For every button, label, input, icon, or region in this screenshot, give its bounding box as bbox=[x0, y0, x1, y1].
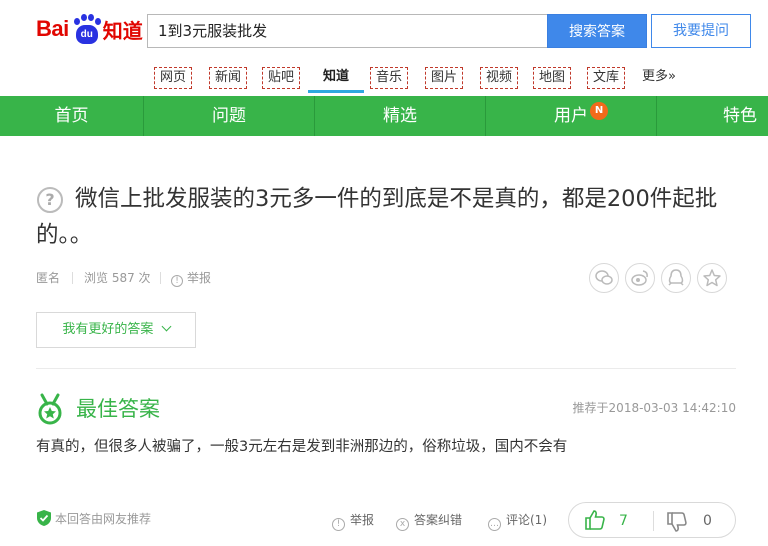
share-qq-button[interactable] bbox=[661, 263, 691, 293]
subnav-web[interactable]: 网页 bbox=[154, 67, 192, 89]
shield-check-icon bbox=[37, 510, 51, 526]
upvote-count: 7 bbox=[619, 513, 628, 529]
paw-icon: du bbox=[70, 14, 102, 44]
report-icon: ! bbox=[332, 518, 345, 531]
share-wechat-button[interactable] bbox=[589, 263, 619, 293]
recommended-by-users-note: 本回答由网友推荐 bbox=[36, 509, 151, 529]
downvote-count: 0 bbox=[703, 513, 712, 529]
subnav-images[interactable]: 图片 bbox=[425, 67, 463, 89]
section-divider bbox=[36, 368, 736, 369]
ask-question-button[interactable]: 我要提问 bbox=[651, 14, 751, 48]
answer-correction-label: 答案纠错 bbox=[414, 513, 463, 527]
qq-icon bbox=[668, 269, 684, 286]
question-title: 微信上批发服装的3元多一件的到底是不是真的，都是200件起批的。。 bbox=[36, 186, 718, 248]
chevron-down-icon bbox=[161, 321, 172, 332]
report-icon: ! bbox=[171, 275, 183, 287]
better-answer-label: 我有更好的答案 bbox=[62, 322, 154, 337]
mainnav-home[interactable]: 首页 bbox=[0, 96, 143, 136]
report-label: 举报 bbox=[187, 271, 212, 285]
thumbs-up-icon[interactable] bbox=[584, 509, 606, 531]
nav-divider bbox=[656, 96, 657, 136]
header: Bai du 知道 1到3元服装批发 搜索答案 我要提问 bbox=[0, 0, 768, 60]
subnav-wenku[interactable]: 文库 bbox=[587, 67, 625, 89]
subnav-map[interactable]: 地图 bbox=[533, 67, 571, 89]
search-answers-button[interactable]: 搜索答案 bbox=[547, 14, 647, 48]
answer-correction-link[interactable]: x 答案纠错 bbox=[396, 510, 462, 531]
subnav-video[interactable]: 视频 bbox=[480, 67, 518, 89]
answer-report-link[interactable]: ! 举报 bbox=[332, 510, 374, 531]
search-input[interactable]: 1到3元服装批发 bbox=[147, 14, 548, 48]
logo-text-du: du bbox=[75, 25, 98, 44]
answer-report-label: 举报 bbox=[350, 513, 375, 527]
comments-link[interactable]: … 评论(1) bbox=[488, 510, 547, 531]
active-tab-underline bbox=[308, 90, 364, 93]
vote-box: 7 0 bbox=[568, 502, 736, 538]
new-badge: N bbox=[590, 102, 608, 120]
mainnav-featured[interactable]: 精选 bbox=[315, 96, 485, 136]
wechat-icon bbox=[595, 270, 613, 285]
magnifier-icon: x bbox=[396, 518, 409, 531]
mainnav-questions[interactable]: 问题 bbox=[144, 96, 314, 136]
recommended-by-users-text: 本回答由网友推荐 bbox=[55, 512, 152, 526]
answer-content: 有真的，但很多人被骗了，一般3元左右是发到非洲那边的，俗称垃圾，国内不会有 bbox=[36, 439, 568, 455]
vote-divider bbox=[653, 511, 654, 531]
weibo-icon bbox=[631, 270, 648, 286]
share-weibo-button[interactable] bbox=[625, 263, 655, 293]
meta-divider bbox=[72, 272, 73, 284]
favorite-button[interactable] bbox=[697, 263, 727, 293]
star-icon bbox=[703, 269, 721, 287]
logo-text-zhidao: 知道 bbox=[102, 18, 143, 43]
subnav-zhidao[interactable]: 知道 bbox=[316, 67, 356, 89]
product-nav: 网页 新闻 贴吧 知道 音乐 图片 视频 地图 文库 更多» bbox=[0, 62, 768, 94]
thumbs-down-icon[interactable] bbox=[666, 511, 688, 533]
subnav-music[interactable]: 音乐 bbox=[370, 67, 408, 89]
question-author: 匿名 bbox=[36, 271, 61, 285]
baidu-zhidao-logo[interactable]: Bai du 知道 bbox=[36, 12, 143, 46]
subnav-news[interactable]: 新闻 bbox=[209, 67, 247, 89]
mainnav-users[interactable]: 用户 bbox=[486, 96, 656, 136]
meta-divider bbox=[160, 272, 161, 284]
subnav-tieba[interactable]: 贴吧 bbox=[262, 67, 300, 89]
recommended-date: 推荐于2018-03-03 14:42:10 bbox=[572, 401, 736, 415]
main-nav: 首页 问题 精选 用户 N 特色 bbox=[0, 96, 768, 136]
mainnav-special[interactable]: 特色 bbox=[700, 96, 768, 136]
comment-icon: … bbox=[488, 518, 501, 531]
medal-icon bbox=[38, 393, 62, 425]
best-answer-heading: 最佳答案 bbox=[76, 397, 160, 421]
logo-text-bai: Bai bbox=[36, 16, 69, 41]
comments-label: 评论(1) bbox=[506, 513, 547, 527]
question-report-link[interactable]: ! 举报 bbox=[171, 268, 211, 288]
subnav-more[interactable]: 更多» bbox=[638, 67, 680, 89]
question-views: 浏览 587 次 bbox=[84, 271, 151, 285]
better-answer-button[interactable]: 我有更好的答案 bbox=[36, 312, 196, 348]
